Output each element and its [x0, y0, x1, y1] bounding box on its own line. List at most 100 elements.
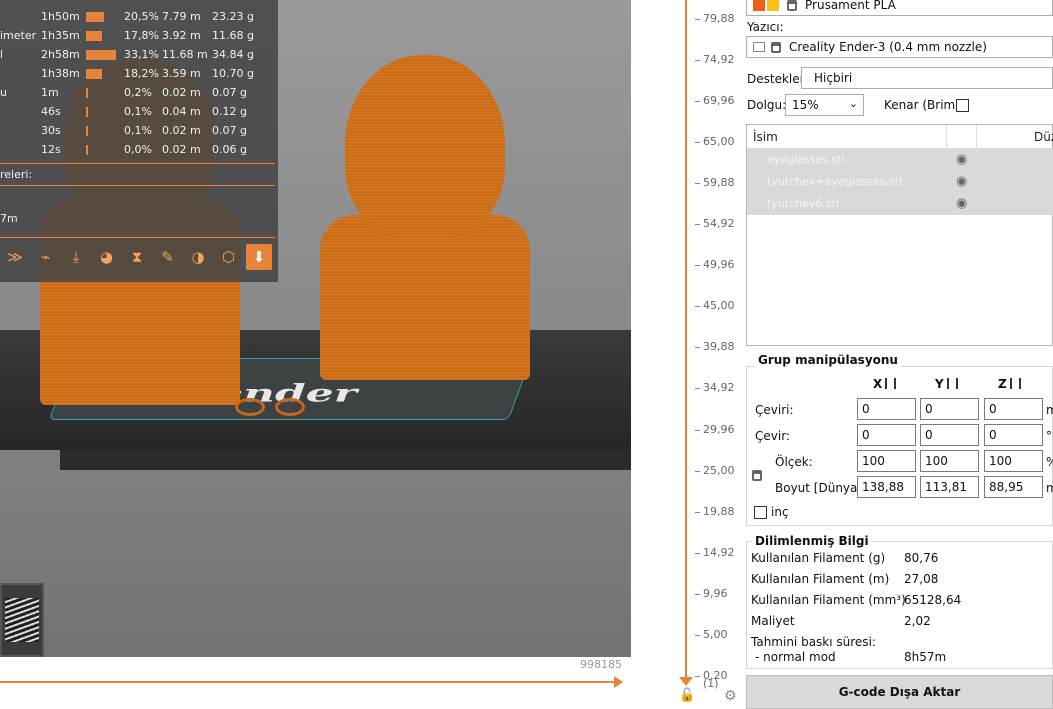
- feature-name: imeter: [0, 29, 37, 42]
- vertical-layer-slider[interactable]: (1) 🔓 ⚙ 79,88 74,92 69,96 65,00 59,88 54,92 49…: [631, 0, 746, 709]
- object-name: tyutchev6.stl: [767, 197, 839, 210]
- feature-percent: 17,8%: [124, 29, 159, 42]
- layer-slider-thumb[interactable]: [679, 677, 693, 686]
- chevron-down-icon: ⌄: [848, 97, 858, 110]
- feature-time: 12s: [41, 143, 61, 156]
- layer-height-label: 29,96: [703, 422, 735, 436]
- custom-gcode-icon[interactable]: ✎: [155, 244, 181, 270]
- x-value-field[interactable]: 0: [857, 398, 916, 420]
- axis-y-header: Y: [935, 377, 958, 391]
- layer-height-label: 5,00: [703, 627, 728, 641]
- supports-value: Hiçbiri: [814, 71, 853, 85]
- layer-height-label: 54,92: [703, 217, 735, 231]
- feature-stat-row: imeter 1h35m 17,8% 3.92 m 11.68 g: [0, 27, 278, 45]
- z-value-field[interactable]: 0: [984, 398, 1043, 420]
- eye-icon[interactable]: ◉: [956, 196, 967, 211]
- sliced-info-row: - normal mod 8h57m: [751, 650, 1051, 664]
- column-extra-header[interactable]: Düz: [1034, 130, 1053, 144]
- slider-thumb[interactable]: [614, 676, 623, 688]
- layer-tick: [695, 306, 700, 308]
- feature-share-bar: [86, 12, 104, 22]
- infill-label: Dolgu:: [747, 98, 787, 112]
- feature-stat-row: l 2h58m 33,1% 11.68 m 34.84 g: [0, 46, 278, 64]
- layer-height-label: 49,96: [703, 258, 735, 272]
- x-value-field[interactable]: 100: [857, 450, 916, 472]
- layer-height-label: 39,88: [703, 340, 735, 354]
- scale-lock-icon[interactable]: [752, 470, 762, 481]
- retract-icon[interactable]: ⌁: [33, 244, 59, 270]
- horizontal-move-slider[interactable]: [0, 676, 623, 690]
- layer-slider-track[interactable]: [685, 0, 687, 680]
- sliced-info-row: Maliyet 2,02: [751, 614, 1051, 628]
- eyeglasses-model[interactable]: [205, 396, 325, 418]
- column-name-header[interactable]: İsim: [753, 130, 778, 144]
- object-list-item[interactable]: tyutchev6.stl ◉: [747, 193, 1053, 215]
- layers-down-icon[interactable]: ≫: [2, 244, 28, 270]
- feature-share-bar: [86, 31, 102, 41]
- layer-tick: [695, 265, 700, 267]
- color-change-icon[interactable]: ◕: [94, 244, 120, 270]
- inch-checkbox[interactable]: [754, 506, 767, 519]
- supports-combo[interactable]: Hiçbiri: [801, 67, 1053, 89]
- x-value-field[interactable]: 138,88: [857, 476, 916, 498]
- tool-marker-icon[interactable]: ⬇: [246, 244, 272, 270]
- eye-icon[interactable]: ◉: [956, 174, 967, 189]
- stats-partial-time: 7m: [0, 212, 18, 225]
- sliced-info-value: 80,76: [904, 551, 939, 565]
- sliced-info-value: 65128,64: [904, 593, 962, 607]
- manipulation-row-label: Çevir:: [755, 429, 790, 443]
- object-list-item[interactable]: eyeglasses.stl ◉: [747, 149, 1053, 171]
- y-value-field[interactable]: 100: [920, 450, 979, 472]
- export-gcode-button[interactable]: G-code Dışa Aktar: [746, 675, 1053, 709]
- lock-icon[interactable]: 🔓: [679, 688, 695, 703]
- printer-combo[interactable]: Creality Ender-3 (0.4 mm nozzle): [746, 36, 1053, 58]
- unit-label: °: [1046, 429, 1052, 443]
- feature-percent: 0,1%: [124, 124, 152, 137]
- object-list[interactable]: İsim Düz eyeglasses.stl◉tyutchev+eyeglas…: [746, 124, 1053, 346]
- sliced-info-key: Maliyet: [751, 614, 795, 628]
- cube-icon[interactable]: ⬡: [216, 244, 242, 270]
- sliced-info-value: 2,02: [904, 614, 931, 628]
- feature-length: 7.79 m: [162, 10, 201, 23]
- x-value-field[interactable]: 0: [857, 424, 916, 446]
- layer-tick: [695, 593, 700, 595]
- stats-partial-label: releri:: [0, 168, 33, 181]
- brim-checkbox[interactable]: [956, 99, 969, 112]
- divider: [0, 185, 275, 186]
- 3d-viewport[interactable]: ender 1h50m 20,5% 7.79 m 23.23 g imeter 1h35m…: [0, 0, 631, 709]
- layer-tick: [695, 511, 700, 513]
- feature-weight: 11.68 g: [212, 29, 254, 42]
- feature-length: 3.59 m: [162, 67, 201, 80]
- y-value-field[interactable]: 0: [920, 398, 979, 420]
- shells-icon[interactable]: ◑: [185, 244, 211, 270]
- layers-view-icon[interactable]: [0, 583, 44, 657]
- layer-height-label: 14,92: [703, 545, 735, 559]
- layer-height-label: 69,96: [703, 94, 735, 108]
- z-value-field[interactable]: 88,95: [984, 476, 1043, 498]
- manipulation-row-label: Boyut [Dünya]:: [775, 481, 867, 495]
- pause-icon[interactable]: ⧗: [124, 244, 150, 270]
- z-value-field[interactable]: 0: [984, 424, 1043, 446]
- object-list-item[interactable]: tyutchev+eyeglasses.stl ◉: [747, 171, 1053, 193]
- y-value-field[interactable]: 113,81: [920, 476, 979, 498]
- feature-percent: 33,1%: [124, 48, 159, 61]
- layer-tick: [695, 101, 700, 103]
- unit-label: %: [1046, 455, 1053, 469]
- feature-time: 30s: [41, 124, 61, 137]
- filament-combo[interactable]: Prusament PLA: [746, 0, 1053, 16]
- layer-height-label: 0,20: [703, 668, 728, 682]
- printer-icon: [753, 42, 765, 52]
- bust-right-head[interactable]: [345, 55, 505, 240]
- sliced-info-key: Kullanılan Filament (g): [751, 551, 886, 565]
- z-value-field[interactable]: 100: [984, 450, 1043, 472]
- gear-icon[interactable]: ⚙: [724, 688, 737, 704]
- filament-value: Prusament PLA: [805, 0, 896, 12]
- layer-tick: [695, 19, 700, 20]
- feature-length: 0.02 m: [162, 124, 201, 137]
- eye-icon[interactable]: ◉: [956, 152, 967, 167]
- layer-height-label: 19,88: [703, 504, 735, 518]
- seam-icon[interactable]: ⤓: [63, 244, 89, 270]
- y-value-field[interactable]: 0: [920, 424, 979, 446]
- infill-combo[interactable]: 15% ⌄: [785, 94, 864, 116]
- feature-time: 1h50m: [41, 10, 80, 23]
